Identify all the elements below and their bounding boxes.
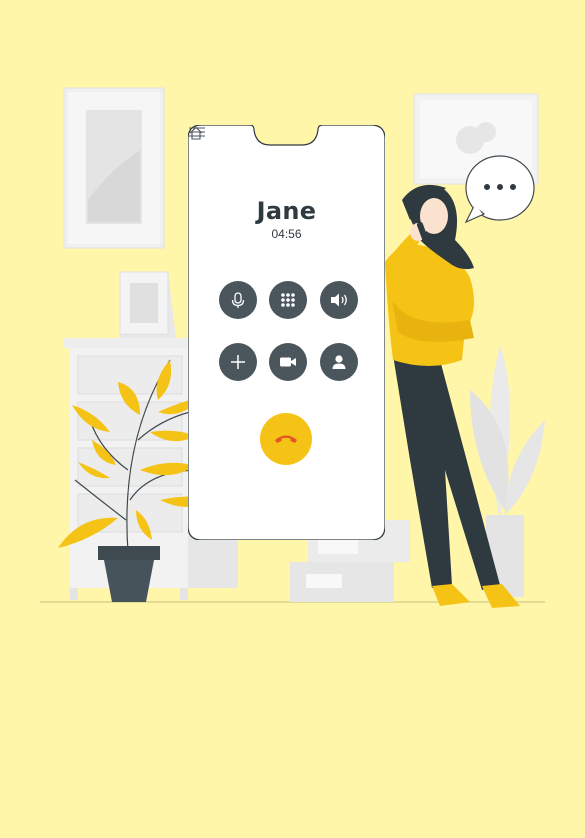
menu-icon[interactable]	[188, 125, 206, 139]
speech-bubble	[464, 155, 535, 224]
speaker-icon	[331, 293, 347, 307]
contact-button[interactable]	[320, 343, 358, 381]
phone-screen: Jane 04:56	[188, 125, 385, 540]
add-call-button[interactable]	[219, 343, 257, 381]
speaker-button[interactable]	[320, 281, 358, 319]
wall-frame-left	[63, 87, 165, 249]
microphone-icon	[231, 292, 245, 308]
caller-name: Jane	[256, 197, 317, 225]
hang-up-icon	[275, 435, 297, 443]
keypad-icon	[281, 293, 295, 307]
contact-icon	[332, 355, 346, 369]
video-button[interactable]	[269, 343, 307, 381]
photo-frame-small	[119, 271, 176, 338]
call-timer: 04:56	[271, 227, 302, 241]
add-call-icon	[231, 355, 245, 369]
video-icon	[280, 357, 296, 367]
end-call-button[interactable]	[260, 413, 312, 465]
mute-button[interactable]	[219, 281, 257, 319]
keypad-button[interactable]	[269, 281, 307, 319]
